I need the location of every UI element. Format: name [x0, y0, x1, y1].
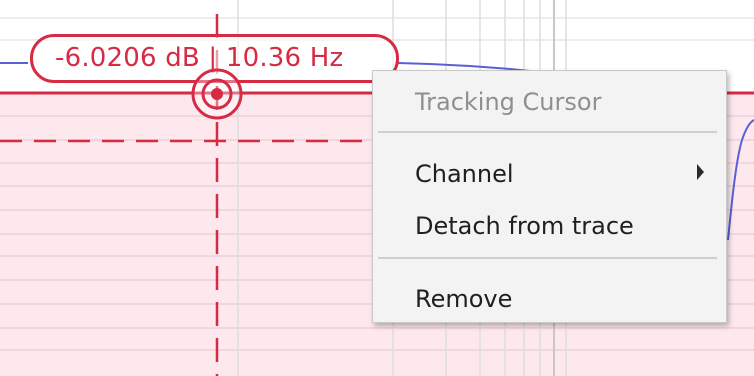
menu-item-detach-from-trace[interactable]: Detach from trace — [374, 204, 725, 248]
menu-item-channel[interactable]: Channel — [374, 152, 725, 196]
plot-area[interactable]: -6.0206 dB | 10.36 Hz Tracking Cursor Ch… — [0, 0, 754, 376]
target-icon[interactable] — [189, 66, 245, 122]
menu-item-remove[interactable]: Remove — [374, 277, 725, 321]
menu-separator — [378, 131, 717, 133]
menu-separator — [378, 257, 717, 259]
menu-item-channel-label: Channel — [415, 160, 514, 188]
context-menu[interactable]: Tracking Cursor Channel Detach from trac… — [372, 70, 727, 323]
menu-header-tracking-cursor: Tracking Cursor — [415, 88, 602, 116]
